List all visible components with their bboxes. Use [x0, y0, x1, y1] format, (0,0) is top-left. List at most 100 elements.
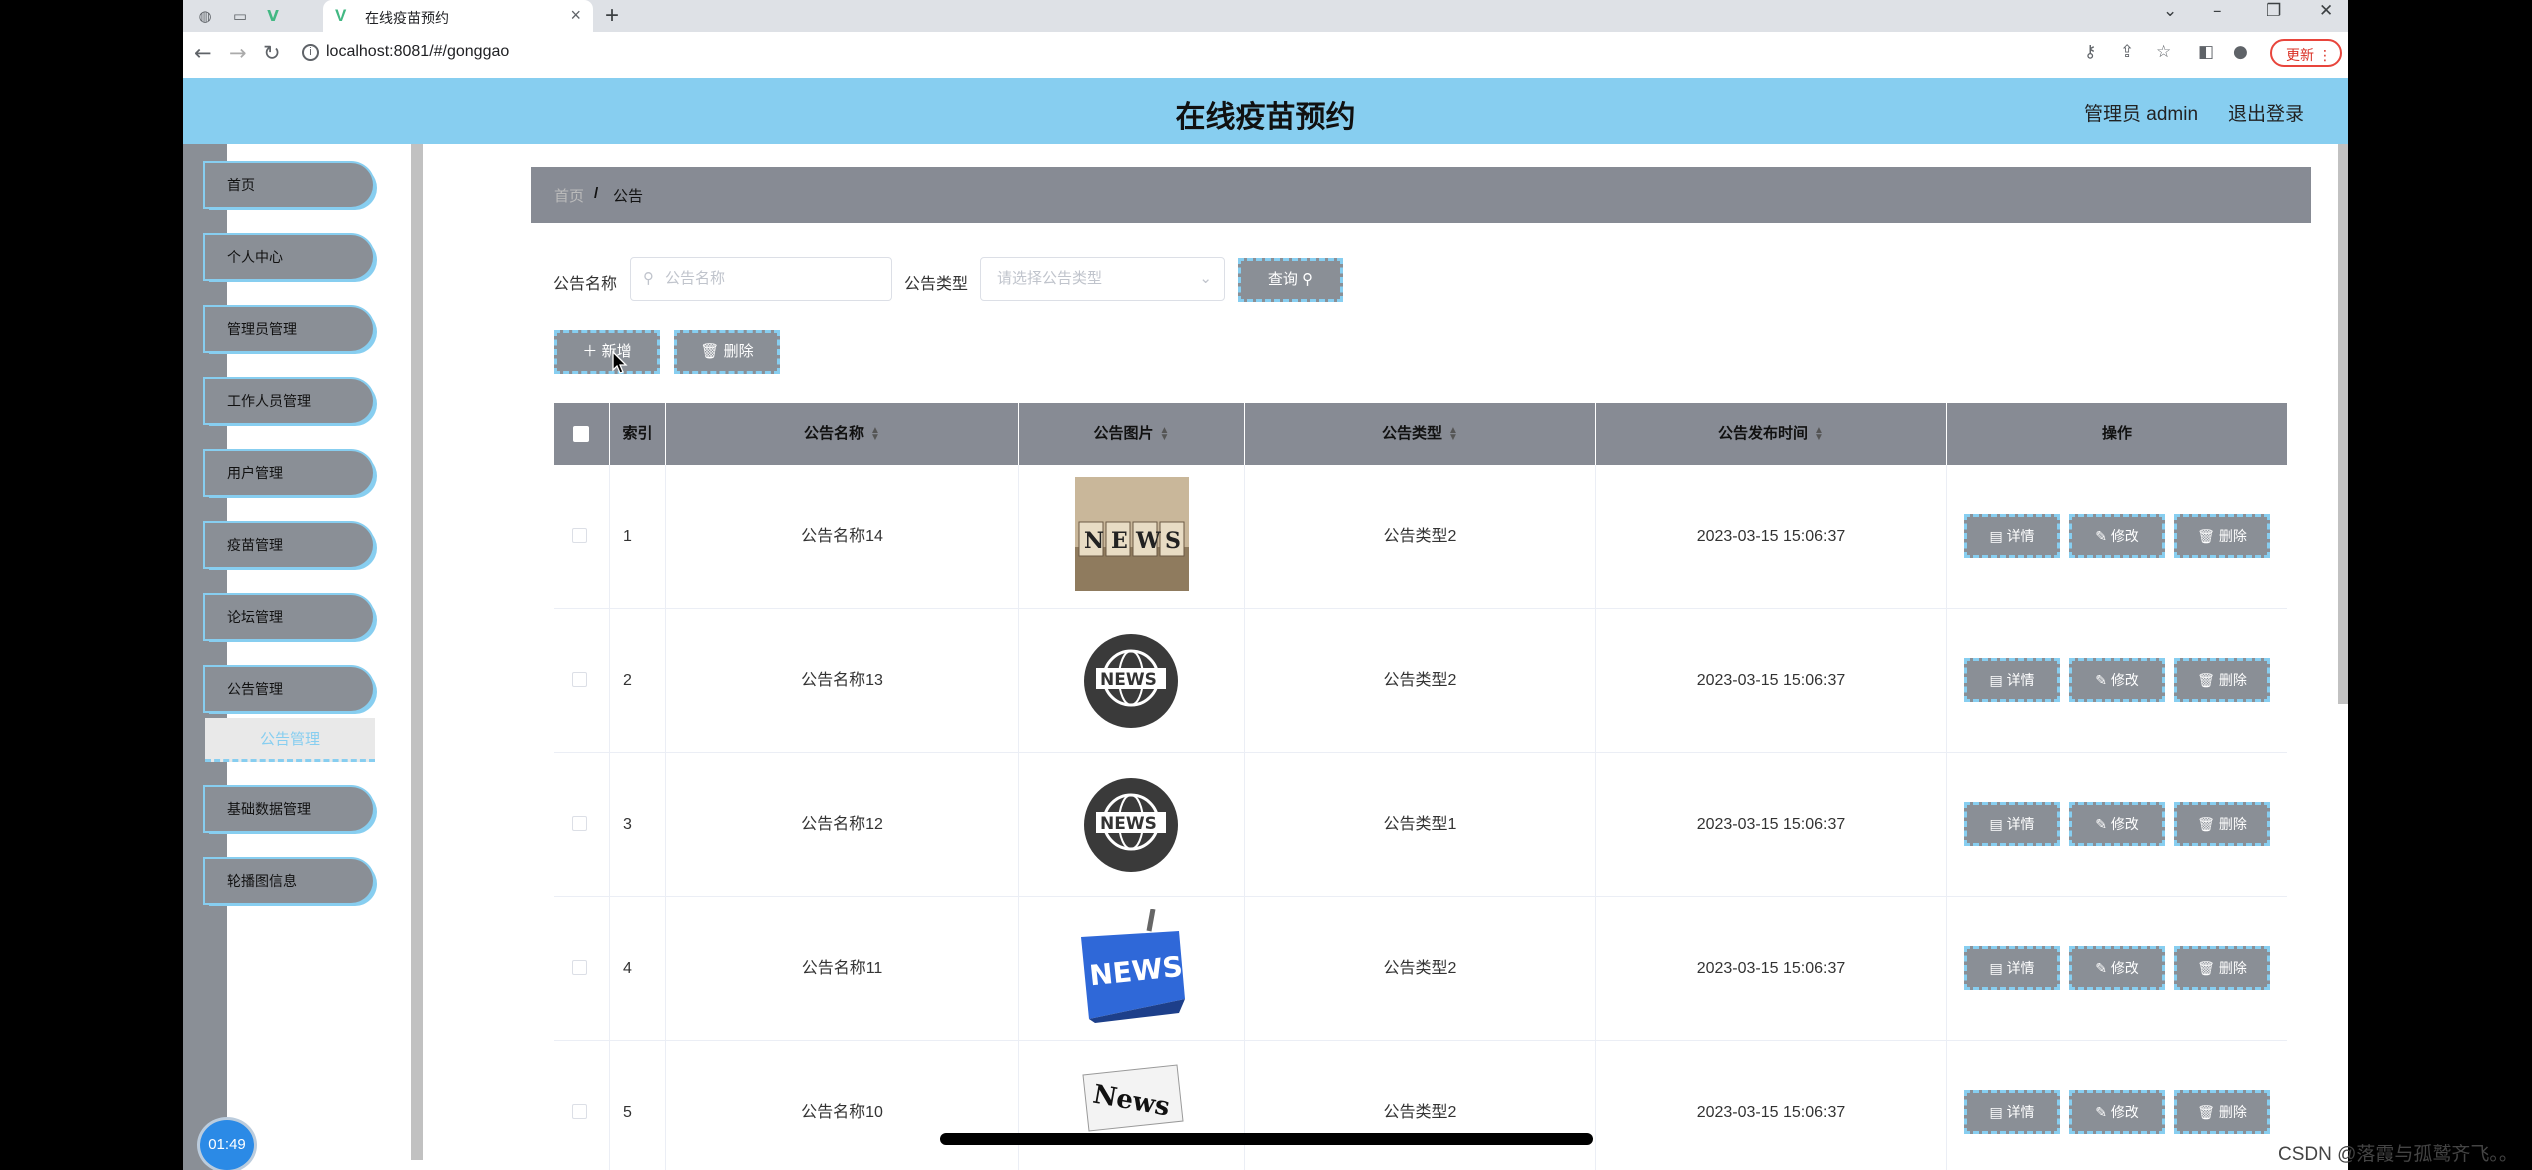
delete-button[interactable]: 🗑 删除	[2174, 802, 2270, 846]
tab-strip: ◍ ▭ V V 在线疫苗预约 × + ⌄ – ❐ ✕	[183, 0, 2348, 32]
row-checkbox[interactable]	[572, 1104, 587, 1119]
key-icon[interactable]: ⚷	[2084, 42, 2096, 62]
sidebar-scrollbar[interactable]	[411, 144, 423, 1160]
site-info-icon[interactable]: i	[302, 44, 319, 61]
url-field[interactable]: localhost:8081/#/gonggao	[326, 43, 509, 61]
table-row: 1 公告名称14 N E W S 公告类型2 2023-03-15 15:06:…	[554, 465, 2287, 609]
page-scrollbar[interactable]	[2338, 144, 2348, 704]
chevron-down-icon: ⌄	[1199, 270, 1212, 287]
type-search-label: 公告类型	[904, 276, 969, 293]
logout-link[interactable]: 退出登录	[2228, 99, 2304, 126]
sidebar-subitem-notices[interactable]: 公告管理	[205, 718, 375, 762]
detail-button[interactable]: ▤ 详情	[1964, 802, 2060, 846]
edit-label: 修改	[2110, 1104, 2139, 1120]
row-checkbox[interactable]	[572, 816, 587, 831]
detail-button[interactable]: ▤ 详情	[1964, 658, 2060, 702]
blank-tab-icon[interactable]: ▭	[230, 6, 250, 26]
col-time[interactable]: 公告发布时间 ▲ ▼	[1596, 403, 1947, 465]
detail-label: 详情	[2006, 1104, 2035, 1120]
edit-button[interactable]: ✎ 修改	[2069, 514, 2165, 558]
batch-delete-label: 删除	[723, 343, 754, 360]
share-icon[interactable]: ⇪	[2120, 42, 2134, 62]
row-checkbox[interactable]	[572, 960, 587, 975]
row-type: 公告类型2	[1245, 897, 1596, 1040]
sidebar-item-admins[interactable]: 管理员管理	[205, 307, 373, 351]
vue-tab-icon[interactable]: V	[263, 6, 283, 26]
back-icon[interactable]: ←	[194, 41, 212, 65]
edit-button[interactable]: ✎ 修改	[2069, 658, 2165, 702]
delete-button[interactable]: 🗑 删除	[2174, 946, 2270, 990]
col-name[interactable]: 公告名称 ▲ ▼	[666, 403, 1019, 465]
close-window-icon[interactable]: ✕	[2319, 1, 2333, 21]
document-icon: ▤	[1989, 528, 2007, 544]
news-key-image: NEWS	[1075, 909, 1189, 1023]
col-image[interactable]: 公告图片 ▲ ▼	[1019, 403, 1245, 465]
row-name: 公告名称12	[666, 753, 1019, 896]
row-type: 公告类型2	[1245, 1041, 1596, 1170]
row-checkbox[interactable]	[572, 528, 587, 543]
row-name: 公告名称10	[666, 1041, 1019, 1170]
name-search-input[interactable]: ⚲ 公告名称	[630, 257, 892, 301]
sidebar-item-notices[interactable]: 公告管理	[205, 667, 373, 711]
plus-icon: ＋	[582, 343, 602, 360]
side-panel-icon[interactable]: ◧	[2198, 42, 2214, 62]
star-icon[interactable]: ☆	[2156, 42, 2171, 62]
menu-dots-icon: ⋮	[2318, 47, 2332, 63]
row-actions: ▤ 详情 ✎ 修改 🗑 删除	[1947, 897, 2287, 1040]
edit-icon: ✎	[2095, 528, 2111, 544]
col-type[interactable]: 公告类型 ▲ ▼	[1245, 403, 1596, 465]
detail-label: 详情	[2006, 816, 2035, 832]
update-button[interactable]: 更新 ⋮	[2270, 39, 2342, 67]
active-tab[interactable]: V 在线疫苗预约 ×	[323, 0, 593, 32]
query-button[interactable]: 查询 ⚲	[1238, 258, 1343, 302]
app-header: 在线疫苗预约 管理员 admin 退出登录	[183, 78, 2348, 144]
sidebar-item-users[interactable]: 用户管理	[205, 451, 373, 495]
row-image-cell: N E W S	[1019, 465, 1245, 608]
breadcrumb-home[interactable]: 首页	[554, 185, 584, 206]
close-tab-icon[interactable]: ×	[570, 5, 581, 26]
row-checkbox[interactable]	[572, 672, 587, 687]
chevron-down-icon[interactable]: ⌄	[2163, 1, 2177, 21]
sidebar-item-forum[interactable]: 论坛管理	[205, 595, 373, 639]
sidebar-item-carousel[interactable]: 轮播图信息	[205, 859, 373, 903]
delete-button[interactable]: 🗑 删除	[2174, 1090, 2270, 1134]
forward-icon[interactable]: →	[229, 41, 247, 65]
minimize-icon[interactable]: –	[2213, 1, 2222, 21]
home-indicator	[940, 1133, 1593, 1145]
edit-button[interactable]: ✎ 修改	[2069, 802, 2165, 846]
restore-icon[interactable]: ❐	[2266, 1, 2281, 21]
detail-button[interactable]: ▤ 详情	[1964, 946, 2060, 990]
edit-button[interactable]: ✎ 修改	[2069, 1090, 2165, 1134]
edit-label: 修改	[2110, 816, 2139, 832]
reload-icon[interactable]: ↻	[263, 41, 281, 65]
globe-icon[interactable]: ◍	[195, 6, 215, 26]
col-type-label: 公告类型	[1382, 425, 1443, 442]
name-search-label: 公告名称	[553, 276, 618, 293]
add-button[interactable]: ＋ 新增	[554, 330, 660, 374]
search-icon: ⚲	[643, 270, 654, 287]
svg-text:NEWS: NEWS	[1100, 670, 1157, 690]
sidebar-item-staff[interactable]: 工作人员管理	[205, 379, 373, 423]
document-icon: ▤	[1989, 1104, 2007, 1120]
type-select[interactable]: 请选择公告类型 ⌄	[980, 257, 1225, 301]
sidebar-item-vaccines[interactable]: 疫苗管理	[205, 523, 373, 567]
row-index: 2	[610, 609, 666, 752]
select-all-checkbox[interactable]	[573, 426, 589, 442]
delete-button[interactable]: 🗑 删除	[2174, 658, 2270, 702]
sidebar-item-profile[interactable]: 个人中心	[205, 235, 373, 279]
table-row: 2 公告名称13 NEWS 公告类型2 2023-03-15 15:06:37 …	[554, 609, 2287, 753]
sidebar-item-home[interactable]: 首页	[205, 163, 373, 207]
delete-button[interactable]: 🗑 删除	[2174, 514, 2270, 558]
trash-icon: 🗑	[700, 343, 724, 360]
edit-button[interactable]: ✎ 修改	[2069, 946, 2165, 990]
row-actions: ▤ 详情 ✎ 修改 🗑 删除	[1947, 1041, 2287, 1170]
trash-icon: 🗑	[2197, 1104, 2219, 1120]
row-time: 2023-03-15 15:06:37	[1596, 753, 1947, 896]
new-tab-icon[interactable]: +	[605, 2, 619, 30]
sidebar-item-basic-data[interactable]: 基础数据管理	[205, 787, 373, 831]
detail-button[interactable]: ▤ 详情	[1964, 1090, 2060, 1134]
sort-icon: ▲ ▼	[1448, 425, 1458, 444]
batch-delete-button[interactable]: 🗑 删除	[674, 330, 780, 374]
detail-button[interactable]: ▤ 详情	[1964, 514, 2060, 558]
profile-icon[interactable]: ●	[2233, 42, 2248, 62]
